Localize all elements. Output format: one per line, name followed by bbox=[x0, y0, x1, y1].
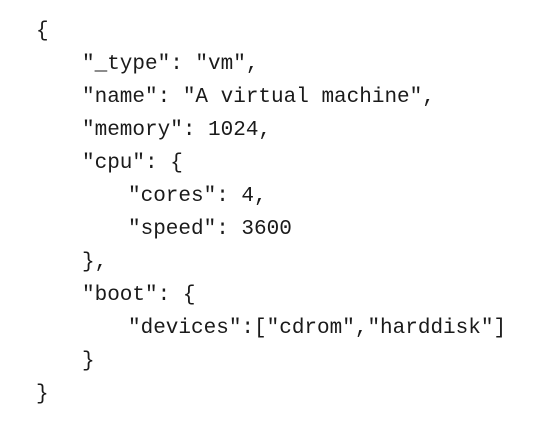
code-line-close-brace: } bbox=[36, 383, 49, 406]
json-code-block: { "_type": "vm", "name": "A virtual mach… bbox=[0, 0, 559, 426]
code-line-name: "name": "A virtual machine", bbox=[82, 86, 435, 109]
code-line-boot-close: } bbox=[82, 350, 95, 373]
code-line-memory: "memory": 1024, bbox=[82, 119, 272, 142]
code-line-boot: "boot": { bbox=[82, 284, 196, 307]
code-line-speed: "speed": 3600 bbox=[128, 218, 292, 241]
code-line-open-brace: { bbox=[36, 20, 49, 43]
code-line-cores: "cores": 4, bbox=[128, 185, 267, 208]
code-line-devices: "devices":["cdrom","harddisk"] bbox=[128, 317, 507, 340]
code-line-cpu-close: }, bbox=[82, 251, 108, 274]
code-line-type: "_type": "vm", bbox=[82, 53, 259, 76]
code-line-cpu: "cpu": { bbox=[82, 152, 183, 175]
